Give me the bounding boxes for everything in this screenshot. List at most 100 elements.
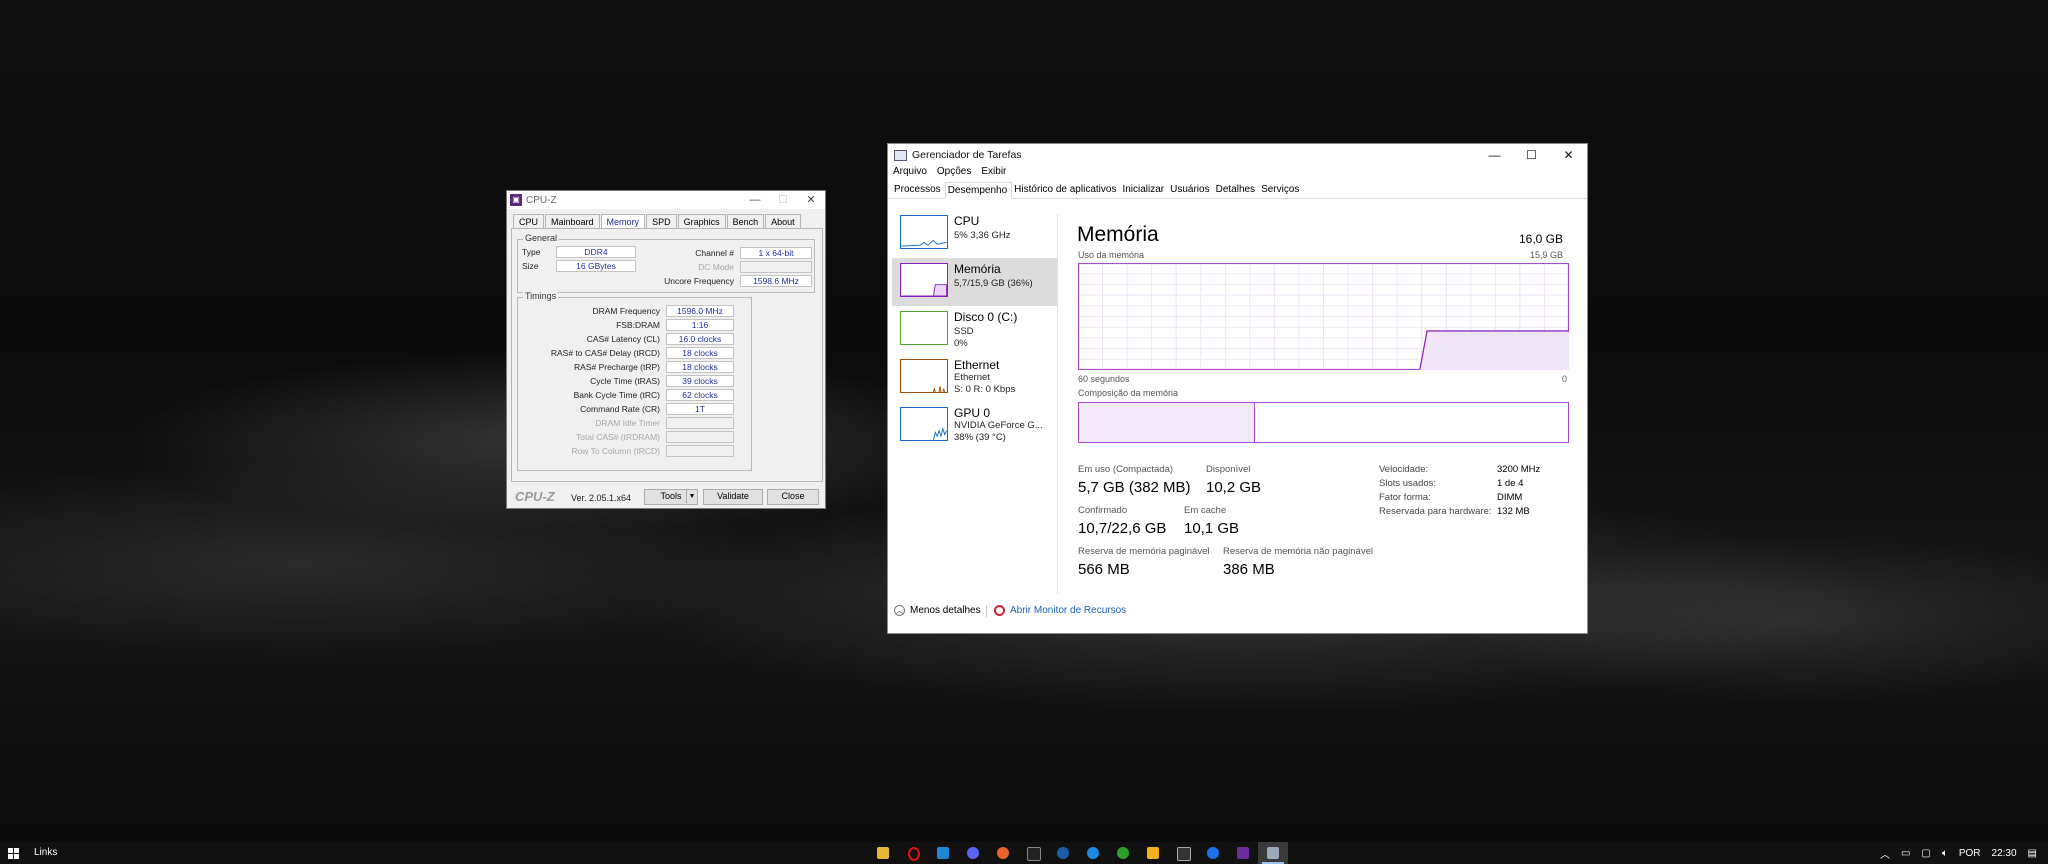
cpuz-title: CPU-Z (526, 194, 557, 206)
taskbar: Links ︿ ▭ ▢ 🔈︎ POR 22:30 ▤ (0, 842, 2048, 864)
paged-pool-value: 566 MB (1078, 561, 1130, 578)
tab-processos[interactable]: Processos (892, 182, 945, 198)
tab-detalhes[interactable]: Detalhes (1214, 182, 1259, 198)
task-manager-window: Gerenciador de Tarefas — ☐ ✕ Arquivo Opç… (887, 143, 1588, 634)
menu-arquivo[interactable]: Arquivo (893, 166, 927, 182)
tools-button[interactable]: Tools ▼ (644, 489, 698, 505)
maximize-button[interactable]: ☐ (769, 191, 797, 209)
timing-label: DRAM Idle Timer (595, 418, 660, 428)
uncore-label: Uncore Frequency (664, 276, 734, 286)
epic-games-icon[interactable] (1168, 842, 1198, 864)
maximize-button[interactable]: ☐ (1513, 144, 1550, 166)
tab-bench[interactable]: Bench (726, 214, 765, 229)
sidebar-item-cpu[interactable]: CPU 5% 3,36 GHz (892, 210, 1057, 258)
firefox-icon[interactable] (988, 842, 1018, 864)
open-resource-monitor-link[interactable]: Abrir Monitor de Recursos (994, 605, 1126, 616)
steam-icon[interactable] (1048, 842, 1078, 864)
close-button[interactable]: ✕ (1550, 144, 1587, 166)
committed-label: Confirmado (1078, 505, 1128, 516)
sidebar-item-ethernet[interactable]: Ethernet Ethernet S: 0 R: 0 Kbps (892, 354, 1057, 402)
tab-usuarios[interactable]: Usuários (1168, 182, 1213, 198)
tab-cpu[interactable]: CPU (513, 214, 545, 229)
timing-label: CAS# Latency (CL) (586, 334, 660, 344)
sidebar-ethernet-name: Ethernet (954, 358, 1000, 372)
sidebar-item-disk[interactable]: Disco 0 (C:) SSD 0% (892, 306, 1057, 354)
tab-servicos[interactable]: Serviços (1259, 182, 1303, 198)
clock[interactable]: 22:30 (1992, 848, 2017, 859)
discord-icon[interactable] (958, 842, 988, 864)
sidebar-gpu-name: GPU 0 (954, 406, 991, 420)
timing-label: RAS# Precharge (tRP) (574, 362, 660, 372)
menu-opcoes[interactable]: Opções (937, 166, 971, 182)
type-label: Type (522, 247, 541, 257)
minimize-button[interactable]: — (1476, 144, 1513, 166)
nonpaged-pool-label: Reserva de memória não paginável (1223, 546, 1373, 557)
sidebar-item-memory[interactable]: Memória 5,7/15,9 GB (36%) (892, 258, 1057, 306)
tab-graphics[interactable]: Graphics (677, 214, 726, 229)
uncore-value: 1598.6 MHz (740, 275, 812, 287)
volume-icon[interactable]: 🔈︎ (1942, 848, 1948, 859)
sidebar-cpu-name: CPU (954, 214, 980, 228)
tab-spd[interactable]: SPD (646, 214, 677, 229)
links-toolbar[interactable]: Links (34, 847, 57, 858)
channel-value: 1 x 64-bit (740, 247, 812, 259)
sidebar-divider (1057, 214, 1058, 594)
menu-exibir[interactable]: Exibir (981, 166, 1006, 182)
opera-icon[interactable] (898, 842, 928, 864)
size-value: 16 GBytes (556, 260, 636, 272)
channel-label: Channel # (695, 248, 734, 258)
tray-overflow-chevron-icon[interactable]: ︿ (1880, 846, 1890, 861)
xbox-icon[interactable] (1108, 842, 1138, 864)
timing-label: Cycle Time (tRAS) (590, 376, 660, 386)
cpuz-tabs: CPU Mainboard Memory SPD Graphics Bench … (513, 214, 802, 229)
memory-title: Memória (1077, 223, 1159, 246)
validate-button[interactable]: Validate (703, 489, 763, 505)
tab-mainboard[interactable]: Mainboard (545, 214, 600, 229)
close-button[interactable]: ✕ (797, 191, 825, 209)
paged-pool-label: Reserva de memória paginável (1078, 546, 1210, 557)
vscode-icon[interactable] (928, 842, 958, 864)
tab-about[interactable]: About (765, 214, 801, 229)
language-indicator[interactable]: POR (1959, 848, 1981, 859)
dc-mode-label: DC Mode (698, 262, 734, 272)
timing-value: 1T (666, 403, 734, 415)
gpu-thumbnail (900, 407, 948, 441)
sidebar-gpu-line1: NVIDIA GeForce G... (954, 420, 1043, 431)
rockstar-icon[interactable] (1138, 842, 1168, 864)
sidebar-item-gpu[interactable]: GPU 0 NVIDIA GeForce G... 38% (39 °C) (892, 402, 1057, 450)
chevron-down-icon[interactable]: ▼ (686, 490, 697, 503)
sidebar-ethernet-line2: S: 0 R: 0 Kbps (954, 384, 1016, 395)
battlenet-icon[interactable] (1078, 842, 1108, 864)
tab-memory[interactable]: Memory (600, 214, 646, 229)
system-tray: ︿ ▭ ▢ 🔈︎ POR 22:30 ▤ (1880, 842, 2048, 864)
file-explorer-icon[interactable] (868, 842, 898, 864)
windows-start-icon[interactable] (8, 848, 19, 859)
cpuz-titlebar[interactable]: ▣ CPU-Z — ☐ ✕ (507, 191, 825, 209)
tm-titlebar[interactable]: Gerenciador de Tarefas — ☐ ✕ (888, 144, 1587, 166)
taskbar-apps (868, 842, 1288, 864)
cpuz-window: ▣ CPU-Z — ☐ ✕ CPU Mainboard Memory SPD G… (506, 190, 826, 509)
action-center-icon[interactable]: ▤ (2028, 848, 2037, 859)
fewer-details-link[interactable]: ︿ Menos detalhes (894, 605, 981, 616)
cpuz-taskbar-icon[interactable] (1228, 842, 1258, 864)
minimize-button[interactable]: — (741, 191, 769, 209)
size-label: Size (522, 261, 539, 271)
memory-panel: General Type DDR4 Size 16 GBytes Channel… (511, 228, 823, 482)
timing-value: 1:16 (666, 319, 734, 331)
task-manager-taskbar-icon[interactable] (1258, 842, 1288, 864)
close-cpuz-button[interactable]: Close (767, 489, 819, 505)
tab-inicializar[interactable]: Inicializar (1120, 182, 1168, 198)
tm-menubar: Arquivo Opções Exibir (888, 166, 1587, 182)
cpuz-version: Ver. 2.05.1.x64 (571, 493, 632, 503)
time-right-label: 0 (1561, 374, 1567, 384)
tray-app-icon[interactable]: ▭ (1901, 848, 1910, 859)
timing-label: Total CAS# (tRDRAM) (575, 432, 660, 442)
sidebar-disk-line1: SSD (954, 326, 974, 337)
network-icon[interactable]: ▢ (1921, 848, 1930, 859)
memory-usage-graph (1078, 263, 1569, 370)
terminal-icon[interactable] (1018, 842, 1048, 864)
ubisoft-icon[interactable] (1198, 842, 1228, 864)
sidebar-disk-name: Disco 0 (C:) (954, 310, 1018, 324)
tab-historico[interactable]: Histórico de aplicativos (1012, 182, 1120, 198)
tab-desempenho[interactable]: Desempenho (944, 182, 1013, 199)
